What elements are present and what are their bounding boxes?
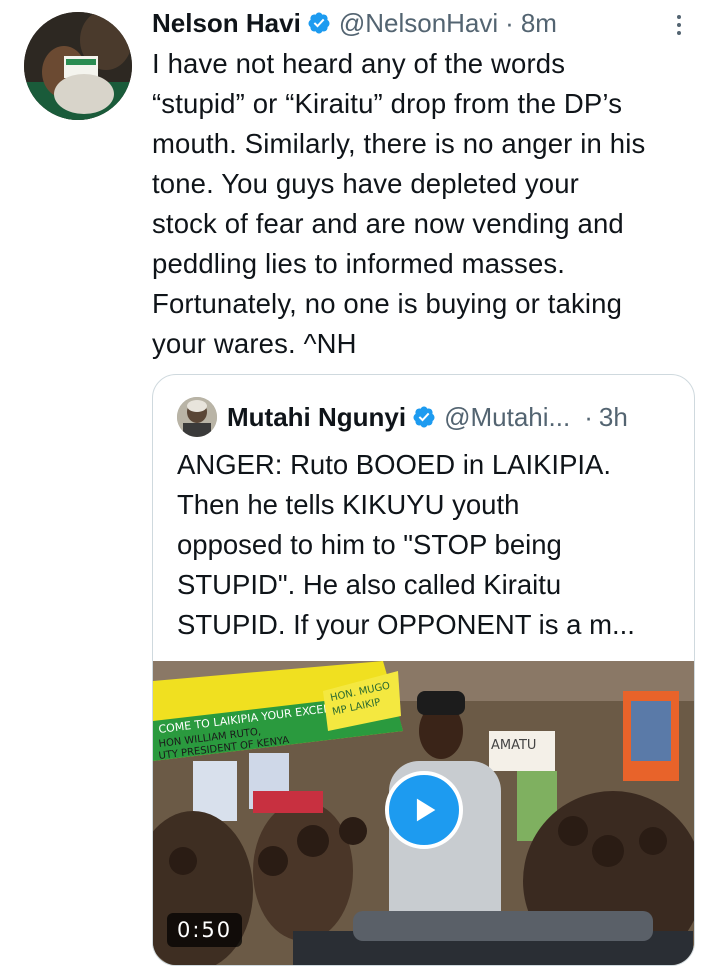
- verified-badge-icon: [412, 405, 436, 429]
- quoted-text-line: Then he tells KIKUYU youth: [177, 489, 520, 520]
- video-duration: 0:50: [167, 913, 243, 947]
- quoted-text-line: STUPID". He also called Kiraitu: [177, 569, 562, 600]
- tweet-time[interactable]: 8m: [521, 8, 557, 39]
- tweet-header: Nelson Havi @NelsonHavi · 8m: [152, 6, 557, 40]
- quoted-tweet[interactable]: Mutahi Ngunyi @Mutahi... · 3h ANGER: Rut…: [152, 374, 695, 966]
- play-icon: [416, 798, 436, 822]
- quoted-tweet-header: Mutahi Ngunyi @Mutahi... · 3h: [177, 397, 628, 437]
- tweet-text-line: your wares. ^NH: [152, 328, 357, 359]
- banner-text: AMATU: [491, 738, 536, 753]
- verified-badge-icon: [307, 11, 331, 35]
- tweet-text-line: tone. You guys have depleted your: [152, 168, 579, 199]
- quoted-text-line: ANGER: Ruto BOOED in LAIKIPIA.: [177, 449, 612, 480]
- video-player[interactable]: COME TO LAIKIPIA YOUR EXCELLENCY HON WIL…: [153, 661, 694, 965]
- separator-dot: ·: [505, 7, 514, 38]
- tweet-text-line: I have not heard any of the words: [152, 48, 566, 79]
- quoted-author-name[interactable]: Mutahi Ngunyi: [227, 402, 406, 433]
- tweet-text-line: peddling lies to informed masses.: [152, 248, 566, 279]
- play-button[interactable]: [385, 771, 463, 849]
- tweet-text-line: Fortunately, no one is buying or taking: [152, 288, 623, 319]
- more-options-icon[interactable]: [664, 10, 694, 40]
- tweet-text-line: mouth. Similarly, there is no anger in h…: [152, 128, 646, 159]
- author-name[interactable]: Nelson Havi: [152, 8, 301, 39]
- author-handle[interactable]: @NelsonHavi: [339, 8, 498, 39]
- tweet-text: I have not heard any of the words “stupi…: [152, 44, 704, 364]
- tweet-text-line: “stupid” or “Kiraitu” drop from the DP’s: [152, 88, 623, 119]
- quoted-tweet-text: ANGER: Ruto BOOED in LAIKIPIA. Then he t…: [177, 445, 677, 645]
- author-avatar[interactable]: [24, 12, 132, 120]
- quoted-text-line: opposed to him to "STOP being: [177, 529, 562, 560]
- tweet-text-line: stock of fear and are now vending and: [152, 208, 624, 239]
- separator-dot: ·: [584, 401, 593, 432]
- quoted-tweet-time: 3h: [598, 401, 628, 432]
- quoted-author-handle[interactable]: @Mutahi...: [444, 402, 570, 433]
- quoted-author-avatar[interactable]: [177, 397, 217, 437]
- quoted-text-line: STUPID. If your OPPONENT is a m...: [177, 609, 635, 640]
